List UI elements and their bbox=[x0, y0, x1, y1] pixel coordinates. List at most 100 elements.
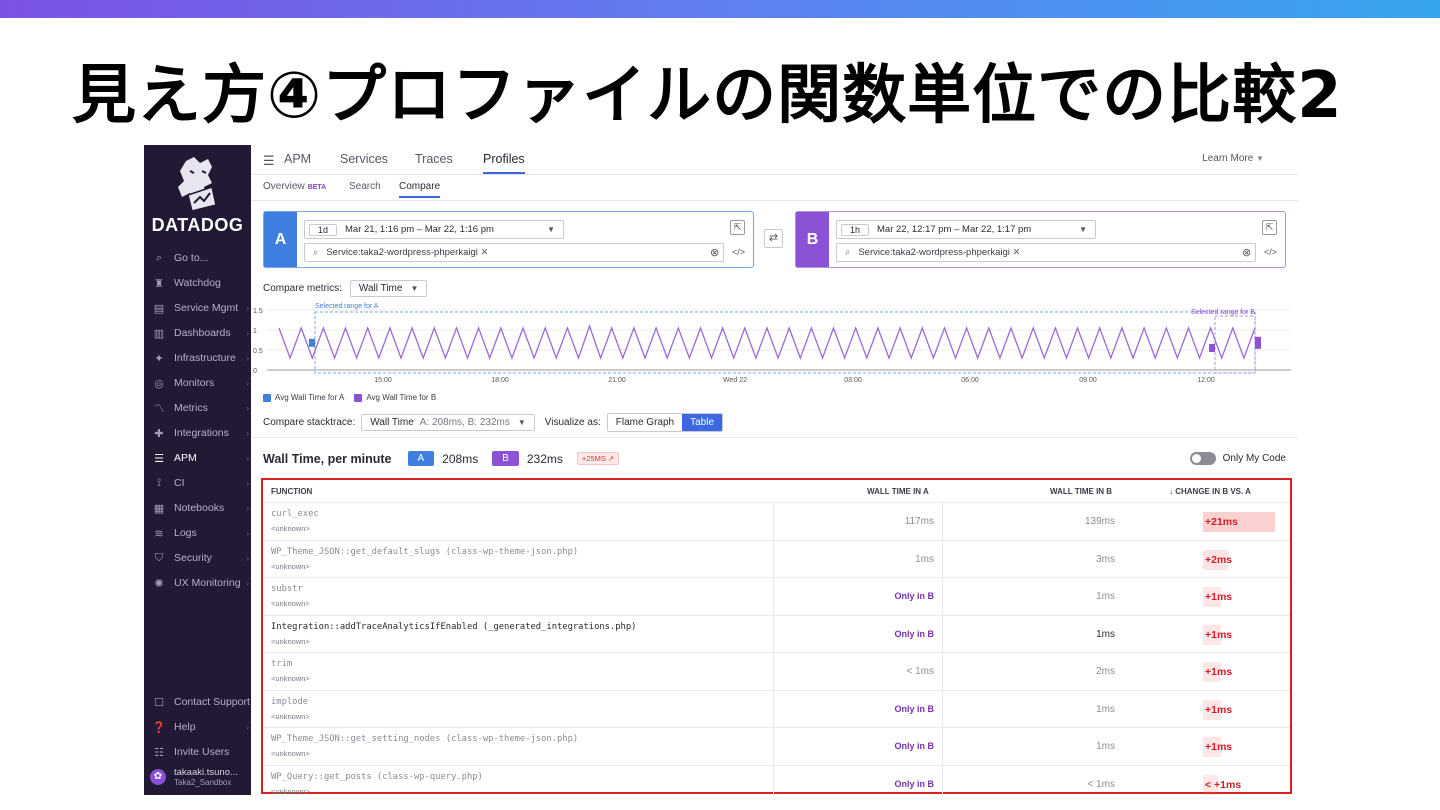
sidebar-item-security[interactable]: ⛉ Security › bbox=[144, 546, 251, 570]
remove-tag-icon[interactable]: ✕ bbox=[481, 247, 489, 258]
sidebar-item-watchdog[interactable]: ♜ Watchdog bbox=[144, 271, 251, 295]
sidebar-item-contact-support[interactable]: ☐ Contact Support bbox=[144, 690, 251, 714]
sidebar-item-notebooks[interactable]: ▦ Notebooks › bbox=[144, 496, 251, 520]
table-row[interactable]: WP_Query::get_posts (class-wp-query.php)… bbox=[263, 764, 1290, 795]
query-b-time-picker[interactable]: 1h Mar 22, 12:17 pm – Mar 22, 1:17 pm ▼ bbox=[836, 220, 1096, 239]
wall-time-a-cell: Only in B bbox=[773, 615, 943, 653]
query-a-time-picker[interactable]: 1d Mar 21, 1:16 pm – Mar 22, 1:16 pm ▼ bbox=[304, 220, 564, 239]
sidebar-item-label: Help bbox=[174, 721, 196, 733]
sidebar-item-apm[interactable]: ☰ APM › bbox=[144, 446, 251, 470]
function-comparison-table: FUNCTION WALL TIME IN A WALL TIME IN B ↓… bbox=[261, 478, 1292, 795]
sidebar-item-label: Service Mgmt bbox=[174, 302, 239, 314]
query-a-service-tag: Service:taka2-wordpress-phperkaigi ✕ bbox=[326, 247, 488, 258]
swap-queries-button[interactable]: ⇄ bbox=[764, 229, 783, 248]
flame-graph-option[interactable]: Flame Graph bbox=[608, 414, 682, 431]
code-icon[interactable]: </> bbox=[732, 247, 745, 257]
chevron-right-icon: › bbox=[246, 722, 249, 732]
sidebar-item-ci[interactable]: ⟟ CI › bbox=[144, 471, 251, 495]
wall-time-chart[interactable]: 0 0.5 1 1.5 15:00 18:00 21:00 Wed 22 03:00 06:00 0… bbox=[251, 300, 1298, 400]
open-external-icon[interactable]: ⇱ bbox=[1262, 220, 1277, 235]
wall-time-b-cell: < 1ms bbox=[1087, 778, 1115, 790]
sidebar-item-service-mgmt[interactable]: ▤ Service Mgmt › bbox=[144, 296, 251, 320]
query-a-search-input[interactable]: ⌕ Service:taka2-wordpress-phperkaigi ✕ bbox=[304, 243, 724, 262]
x-tick-label: 18:00 bbox=[491, 377, 509, 384]
sidebar-item-infrastructure[interactable]: ✦ Infrastructure › bbox=[144, 346, 251, 370]
subtab-overview[interactable]: Overview BETA bbox=[263, 181, 326, 192]
table-row[interactable]: WP_Theme_JSON::get_setting_nodes (class-… bbox=[263, 727, 1290, 765]
function-file: <unknown> bbox=[271, 561, 310, 571]
table-row[interactable]: substr <unknown> Only in B 1ms +1ms bbox=[263, 577, 1290, 615]
tab-services[interactable]: Services bbox=[340, 152, 388, 166]
sidebar-item-logs[interactable]: ≋ Logs › bbox=[144, 521, 251, 545]
toggle-switch[interactable] bbox=[1189, 452, 1216, 465]
sidebar-item-metrics[interactable]: 〽 Metrics › bbox=[144, 396, 251, 420]
brand-name: DATADOG bbox=[151, 215, 244, 235]
stacktrace-select[interactable]: Wall Time A: 208ms, B: 232ms ▼ bbox=[361, 414, 535, 431]
user-profile[interactable]: ✿ takaaki.tsuno... Taka2_Sandbox bbox=[150, 767, 238, 787]
table-row[interactable]: trim <unknown> < 1ms 2ms +1ms bbox=[263, 652, 1290, 690]
sidebar-item-label: Invite Users bbox=[174, 746, 230, 758]
sidebar-item-invite-users[interactable]: ☷ Invite Users bbox=[144, 740, 251, 764]
sidebar-item-ux-monitoring[interactable]: ✺ UX Monitoring › bbox=[144, 571, 251, 595]
learn-more-label: Learn More bbox=[1202, 153, 1254, 164]
only-my-code-toggle[interactable]: Only My Code bbox=[1189, 452, 1286, 465]
sidebar-item-label: Infrastructure bbox=[174, 352, 236, 364]
main-panel: ☰ APM Services Traces Profiles Learn Mor… bbox=[251, 145, 1298, 795]
query-b-time: Mar 22, 12:17 pm – Mar 22, 1:17 pm bbox=[877, 224, 1032, 235]
subtab-overview-label: Overview bbox=[263, 181, 305, 192]
table-row[interactable]: implode <unknown> Only in B 1ms +1ms bbox=[263, 689, 1290, 728]
open-external-icon[interactable]: ⇱ bbox=[730, 220, 745, 235]
remove-tag-icon[interactable]: ✕ bbox=[1013, 247, 1021, 258]
apm-menu-icon[interactable]: ☰ bbox=[263, 153, 275, 169]
x-tick-label: 06:00 bbox=[961, 377, 979, 384]
summary-a-chip: A bbox=[407, 451, 435, 466]
chevron-down-icon: ▼ bbox=[517, 418, 526, 427]
sidebar-item-label: Dashboards bbox=[174, 327, 231, 339]
header-wall-time-b[interactable]: WALL TIME IN B bbox=[1050, 487, 1112, 496]
stacktrace-metric: Wall Time bbox=[370, 417, 414, 428]
sub-nav: Overview BETA Search Compare bbox=[251, 175, 1298, 201]
sidebar-item-monitors[interactable]: ◎ Monitors › bbox=[144, 371, 251, 395]
query-a-range: 1d bbox=[309, 223, 338, 236]
clear-icon[interactable]: ⊗ bbox=[710, 246, 719, 259]
avg-a-marker bbox=[309, 338, 315, 347]
table-row[interactable]: Integration::addTraceAnalyticsIfEnabled … bbox=[263, 614, 1290, 653]
header-wall-time-a[interactable]: WALL TIME IN A bbox=[867, 487, 929, 496]
learn-more-button[interactable]: Learn More ▼ bbox=[1202, 153, 1264, 164]
sidebar-item-dashboards[interactable]: ▥ Dashboards › bbox=[144, 321, 251, 345]
table-option[interactable]: Table bbox=[682, 414, 722, 431]
datadog-logo-icon[interactable] bbox=[168, 153, 228, 215]
wall-time-b-cell: 1ms bbox=[1096, 591, 1115, 602]
query-a-label: A bbox=[264, 212, 297, 267]
sidebar-item-go-to[interactable]: ⌕ Go to... bbox=[144, 246, 251, 270]
compare-metric-select[interactable]: Wall Time ▼ bbox=[349, 280, 428, 297]
gradient-header-bar bbox=[0, 0, 1440, 18]
clear-icon[interactable]: ⊗ bbox=[1242, 246, 1251, 259]
code-icon[interactable]: </> bbox=[1264, 247, 1277, 257]
sidebar-item-label: Monitors bbox=[174, 377, 215, 389]
sidebar-item-help[interactable]: ❓ Help › bbox=[144, 715, 251, 739]
header-function[interactable]: FUNCTION bbox=[271, 487, 312, 496]
chart-legend: Avg Wall Time for A Avg Wall Time for B bbox=[263, 393, 436, 402]
function-file: <unknown> bbox=[271, 749, 310, 758]
tab-traces[interactable]: Traces bbox=[415, 152, 453, 166]
subtab-search[interactable]: Search bbox=[349, 181, 381, 192]
summary-title: Wall Time, per minute bbox=[263, 451, 392, 466]
change-cell: +2ms bbox=[1203, 549, 1275, 570]
chevron-down-icon: ▼ bbox=[410, 284, 419, 293]
wall-time-a-cell: 117ms bbox=[773, 503, 943, 540]
sidebar-item-integrations[interactable]: ✚ Integrations › bbox=[144, 421, 251, 445]
avg-b-marker bbox=[1209, 344, 1215, 352]
search-icon: ⌕ bbox=[313, 247, 319, 258]
header-change[interactable]: ↓ CHANGE IN B VS. A bbox=[1169, 487, 1251, 496]
tab-profiles[interactable]: Profiles bbox=[483, 152, 525, 174]
user-name: takaaki.tsuno... bbox=[174, 767, 238, 778]
table-row[interactable]: WP_Theme_JSON::get_default_slugs (class-… bbox=[263, 539, 1290, 578]
summary-b-value: 232ms bbox=[526, 451, 563, 466]
query-b-search-input[interactable]: ⌕ Service:taka2-wordpress-phperkaigi ✕ bbox=[836, 243, 1256, 262]
tab-apm[interactable]: APM bbox=[284, 152, 311, 166]
query-b-label: B bbox=[796, 212, 829, 267]
users-icon: ☷ bbox=[154, 746, 164, 759]
subtab-compare[interactable]: Compare bbox=[399, 181, 441, 198]
table-row[interactable]: curl_exec <unknown> 117ms 139ms +21ms bbox=[263, 502, 1290, 540]
